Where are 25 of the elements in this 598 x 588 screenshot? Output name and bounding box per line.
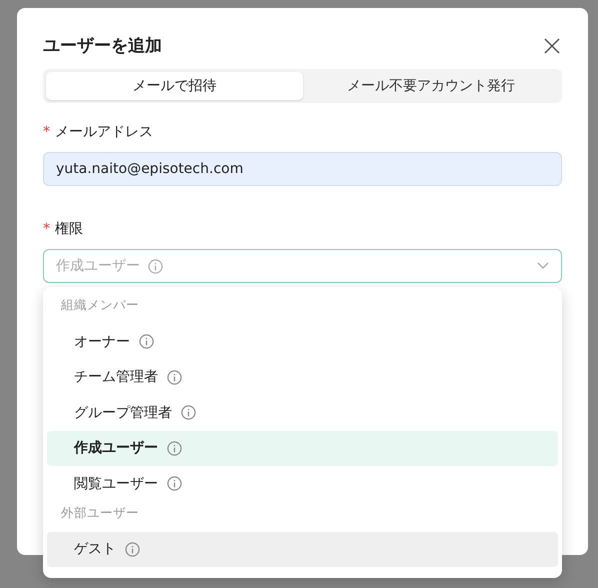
dialog-title: ユーザーを追加 xyxy=(43,35,162,57)
info-icon xyxy=(139,334,154,350)
label-text: メールアドレス xyxy=(55,123,153,141)
tab[interactable]: メール不要アカウント発行 xyxy=(302,72,559,100)
info-icon xyxy=(181,405,196,420)
chevron-down-icon xyxy=(537,262,549,270)
info-icon xyxy=(167,370,182,385)
close-icon[interactable] xyxy=(544,38,560,54)
info-icon xyxy=(125,542,140,557)
menu-option[interactable]: チーム管理者 xyxy=(47,360,558,395)
info-icon xyxy=(167,440,182,456)
email-field[interactable]: yuta.naito@episotech.com xyxy=(43,152,562,186)
info-icon xyxy=(167,476,182,492)
menu-option[interactable]: グループ管理者 xyxy=(47,395,558,430)
required-mark: * xyxy=(43,221,50,237)
menu-option[interactable]: 閲覧ユーザー xyxy=(47,466,558,502)
info-icon xyxy=(148,258,163,274)
menu-option[interactable]: オーナー xyxy=(47,324,558,360)
menu-option[interactable]: 作成ユーザー xyxy=(47,430,558,466)
tab[interactable]: メールで招待 xyxy=(46,72,302,100)
menu-option[interactable]: ゲスト xyxy=(47,532,558,567)
required-mark: * xyxy=(43,124,50,140)
group-header: 外部ユーザー xyxy=(60,504,140,522)
group-header: 組織メンバー xyxy=(60,296,140,314)
label-text: 権限 xyxy=(55,220,83,238)
